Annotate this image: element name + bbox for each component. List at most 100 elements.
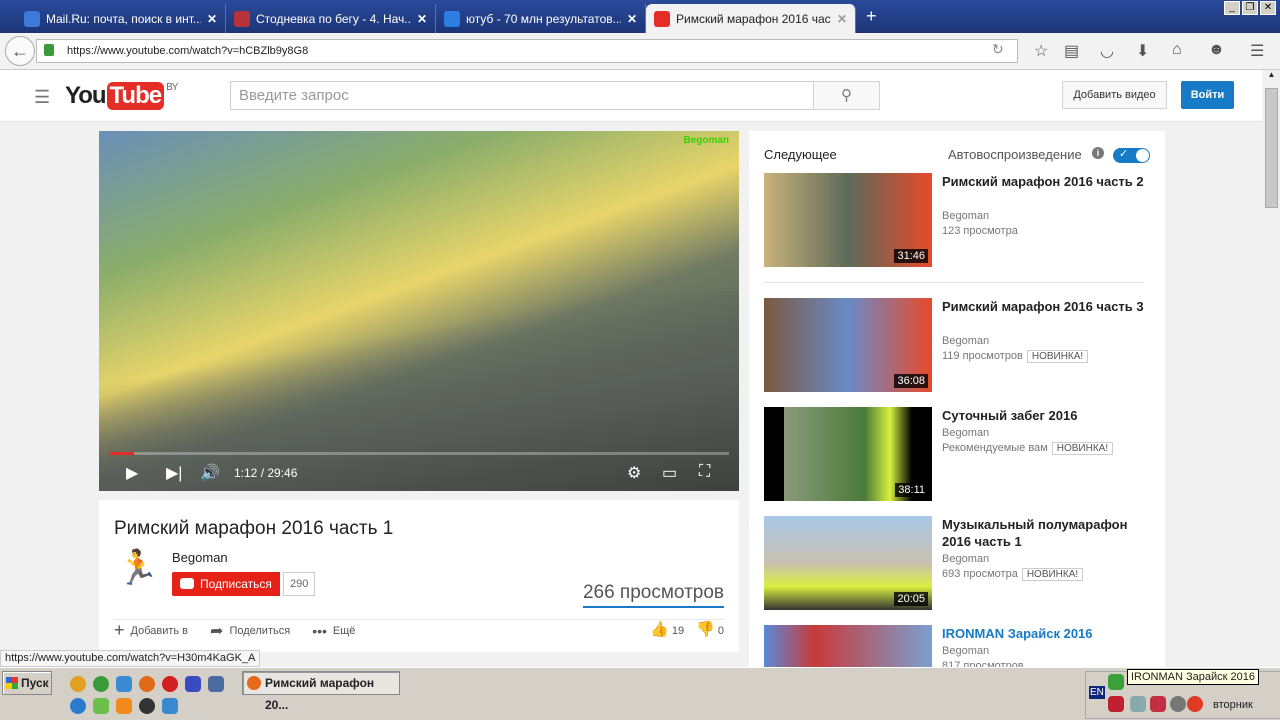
scrollbar-thumb[interactable] [1265, 88, 1278, 208]
tab-stodnevka[interactable]: Стодневка по бегу - 4. Нач... ✕ [226, 4, 436, 33]
play-icon[interactable]: ▶ [126, 463, 138, 483]
tab-bar: Mail.Ru: почта, поиск в инт... ✕ Стодневк… [0, 0, 1280, 33]
info-icon[interactable]: i [1092, 147, 1104, 159]
clock-day: вторник [1213, 699, 1253, 711]
login-button[interactable]: Войти [1181, 81, 1234, 109]
tray-icon[interactable] [1150, 696, 1166, 712]
media-player-icon[interactable] [139, 698, 155, 714]
tray-icon[interactable] [1108, 696, 1124, 712]
close-icon[interactable]: ✕ [627, 12, 637, 26]
subscribe-button[interactable]: Подписаться [172, 572, 280, 596]
home-icon[interactable]: ⌂ [1172, 41, 1182, 59]
chrome-icon[interactable] [93, 676, 109, 692]
search-input[interactable]: Введите запрос [230, 81, 814, 110]
tray-icon[interactable] [1130, 696, 1146, 712]
like-button[interactable]: 👍 19 [650, 620, 684, 638]
action-bar: + Добавить в ➦ Поделиться ••• Ещё [114, 619, 724, 641]
app-icon[interactable] [162, 698, 178, 714]
new-badge: НОВИНКА! [1051, 442, 1114, 455]
language-indicator[interactable]: EN [1089, 686, 1105, 699]
upload-button[interactable]: Добавить видео [1062, 81, 1167, 109]
chat-icon[interactable]: ☻ [1208, 41, 1225, 59]
video-thumbnail[interactable] [764, 625, 932, 667]
close-icon[interactable]: ✕ [417, 12, 427, 26]
taskbar: Пуск Римский марафон 20... EN вторник [0, 667, 1280, 720]
menu-icon[interactable]: ☰ [1250, 41, 1264, 61]
pocket-icon[interactable]: ◡ [1100, 41, 1114, 61]
list-item[interactable]: IRONMAN Зарайск 2016 Begoman 817 просмот… [764, 625, 1154, 667]
tray-icon[interactable] [1170, 696, 1186, 712]
app-icon[interactable] [116, 676, 132, 692]
add-to-button[interactable]: + Добавить в [114, 620, 188, 641]
app-icon[interactable] [70, 676, 86, 692]
download-icon[interactable]: ⬇ [1136, 41, 1149, 61]
list-item[interactable]: 31:46 Римский марафон 2016 часть 2 Begom… [764, 173, 1154, 267]
minimize-button[interactable]: _ [1224, 1, 1240, 15]
reading-list-icon[interactable]: ▤ [1064, 41, 1079, 61]
dislike-button[interactable]: 👎 0 [696, 620, 724, 638]
search-icon [444, 10, 460, 27]
video-thumbnail[interactable]: 31:46 [764, 173, 932, 267]
firefox-icon[interactable] [139, 676, 155, 692]
theater-mode-icon[interactable]: ▭ [662, 463, 677, 483]
time-display: 1:12 / 29:46 [234, 466, 298, 480]
up-next-heading: Следующее [764, 147, 837, 162]
window-controls: _ ❐ ✕ [1224, 1, 1276, 15]
list-item[interactable]: 38:11 Суточный забег 2016 Begoman Рекоме… [764, 407, 1154, 501]
close-icon[interactable]: ✕ [837, 12, 847, 26]
volume-icon[interactable]: 🔊 [200, 463, 220, 483]
tab-mailru[interactable]: Mail.Ru: почта, поиск в инт... ✕ [16, 4, 226, 33]
bookmark-star-icon[interactable]: ☆ [1034, 41, 1048, 61]
opera-icon[interactable] [162, 676, 178, 692]
fullscreen-icon[interactable]: ⛶ [699, 463, 710, 481]
youtube-logo[interactable]: You Tube BY [65, 82, 178, 110]
video-thumbnail[interactable]: 36:08 [764, 298, 932, 392]
ie-icon[interactable] [70, 698, 86, 714]
start-button[interactable]: Пуск [2, 671, 52, 695]
tray-icon[interactable] [1108, 674, 1124, 690]
reload-icon[interactable]: ↻ [992, 41, 1004, 58]
video-thumbnail[interactable]: 38:11 [764, 407, 932, 501]
new-badge: НОВИНКА! [1021, 568, 1084, 581]
youtube-header: ☰ You Tube BY Введите запрос ⚲ Добавить ви… [0, 70, 1262, 122]
new-tab-button[interactable]: + [866, 6, 877, 27]
taskbar-window-firefox[interactable]: Римский марафон 20... [242, 671, 400, 712]
close-icon[interactable]: ✕ [207, 12, 217, 26]
video-player[interactable]: Begoman ▶ ▶| 🔊 1:12 / 29:46 ⚙ ▭ ⛶ [99, 131, 739, 491]
channel-avatar[interactable]: 🏃 [114, 548, 162, 596]
progress-bar[interactable] [109, 452, 729, 455]
new-badge: НОВИНКА! [1026, 350, 1089, 363]
search-icon: ⚲ [841, 87, 852, 104]
plus-icon: + [114, 620, 125, 640]
close-window-button[interactable]: ✕ [1260, 1, 1276, 15]
settings-gear-icon[interactable]: ⚙ [627, 463, 641, 483]
view-count: 266 просмотров [582, 582, 724, 608]
more-button[interactable]: ••• Ещё [312, 620, 355, 641]
odnoklassniki-icon[interactable] [116, 698, 132, 714]
tray-icon[interactable] [1187, 696, 1203, 712]
search-button[interactable]: ⚲ [813, 81, 880, 110]
more-icon: ••• [312, 622, 327, 639]
autoplay-toggle[interactable]: ✓ [1113, 148, 1150, 163]
next-icon[interactable]: ▶| [166, 463, 182, 483]
list-item[interactable]: 36:08 Римский марафон 2016 часть 3 Begom… [764, 298, 1154, 392]
rating: 👍 19 👎 0 [650, 620, 724, 638]
hamburger-icon[interactable]: ☰ [34, 87, 50, 108]
back-button[interactable]: ← [5, 36, 35, 66]
video-thumbnail[interactable]: 20:05 [764, 516, 932, 610]
channel-name[interactable]: Begoman [172, 550, 228, 565]
video-info: Римский марафон 2016 часть 1 🏃 Begoman П… [99, 500, 739, 652]
nav-bar: ← https://www.youtube.com/watch?v=hCBZlb… [0, 33, 1280, 70]
share-button[interactable]: ➦ Поделиться [210, 620, 290, 641]
maximize-button[interactable]: ❐ [1242, 1, 1258, 15]
subscriber-count: 290 [283, 572, 316, 596]
video-title: Римский марафон 2016 часть 1 [114, 518, 394, 539]
app-icon[interactable] [93, 698, 109, 714]
tab-youtube[interactable]: Римский марафон 2016 част... ✕ [646, 4, 856, 33]
save-icon[interactable] [185, 676, 201, 692]
url-bar[interactable]: https://www.youtube.com/watch?v=hCBZlb9y… [36, 39, 1018, 63]
list-item[interactable]: 20:05 Музыкальный полумарафон 2016 часть… [764, 516, 1154, 610]
vk-icon[interactable] [208, 676, 224, 692]
autoplay-label: Автовоспроизведение [948, 147, 1082, 162]
tab-search[interactable]: ютуб - 70 млн результатов... ✕ [436, 4, 646, 33]
